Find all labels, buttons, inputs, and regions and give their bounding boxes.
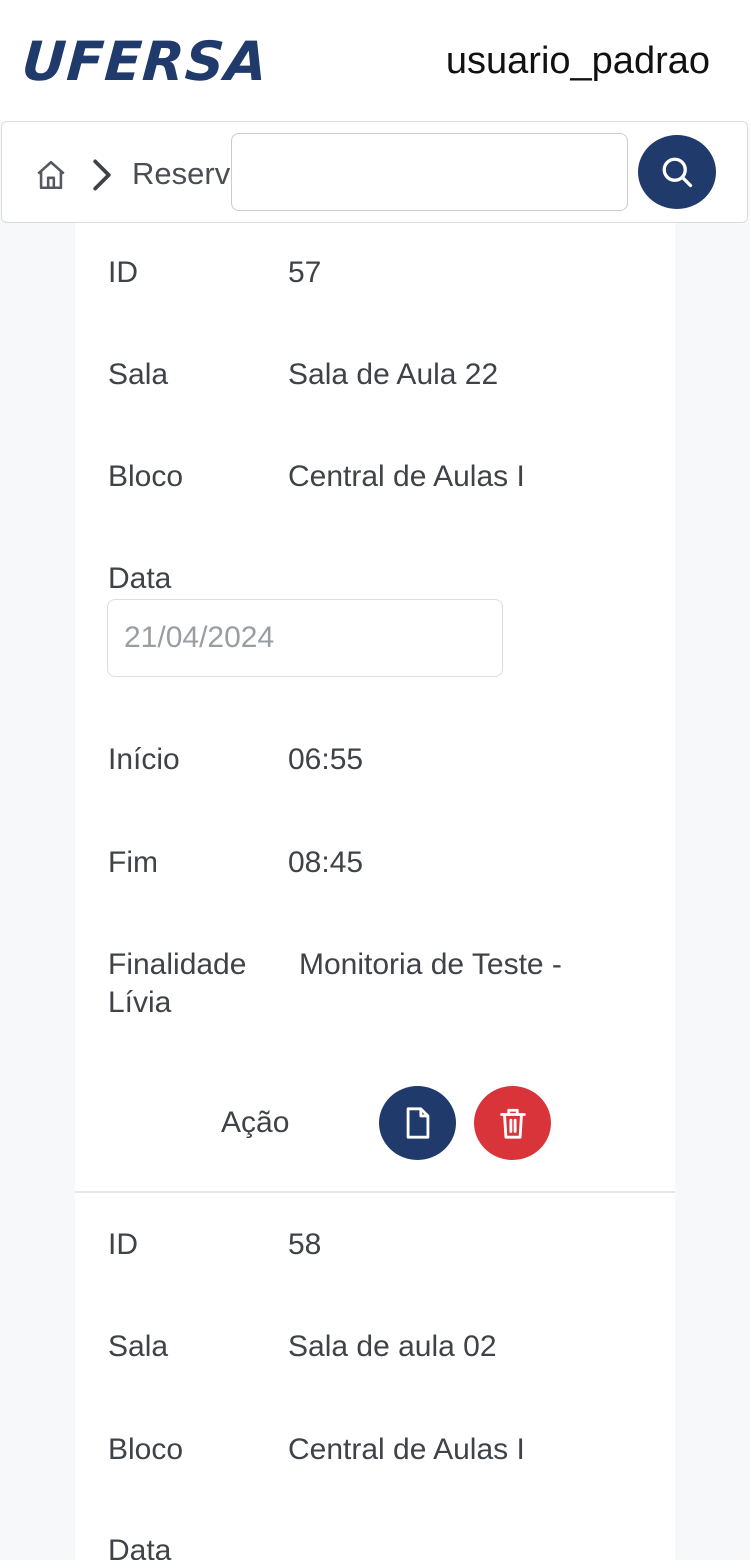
finalidade-value-cont: Lívia [108,986,172,1019]
ufersa-logo[interactable]: UFERSA [20,30,270,93]
finalidade-label: Finalidade [108,948,247,981]
search-button[interactable] [638,135,716,209]
date-field[interactable] [107,599,503,677]
reservations-list: ID 57 Sala Sala de Aula 22 Bloco Central… [75,223,675,1560]
username-label[interactable]: usuario_padrao [446,38,710,84]
breadcrumb-toolbar: Reservas [1,121,748,223]
sala-label: Sala [108,1330,169,1363]
view-reservation-button[interactable] [379,1086,456,1160]
trash-icon [499,1108,526,1139]
search-icon [662,157,693,188]
data-label: Data [108,1534,172,1560]
bloco-value: Central de Aulas I [288,460,525,493]
row-divider [75,1191,675,1193]
id-value: 57 [288,256,322,289]
id-label: ID [108,256,138,289]
finalidade-value: Monitoria de Teste - [299,948,562,981]
document-icon [406,1107,429,1139]
inicio-label: Início [108,743,180,776]
bloco-label: Bloco [108,460,184,493]
delete-reservation-button[interactable] [474,1086,551,1160]
app-header: UFERSA usuario_padrao [0,0,750,122]
home-icon[interactable] [34,158,68,192]
breadcrumb-current[interactable]: Reservas [132,154,242,194]
id-label: ID [108,1228,138,1261]
sala-value: Sala de aula 02 [288,1330,497,1363]
bloco-label: Bloco [108,1433,184,1466]
acao-label: Ação [221,1106,290,1139]
chevron-right-icon [93,159,111,191]
sala-value: Sala de Aula 22 [288,358,499,391]
search-input[interactable] [231,133,628,211]
fim-label: Fim [108,846,158,879]
id-value: 58 [288,1228,322,1261]
inicio-value: 06:55 [288,743,364,776]
bloco-value: Central de Aulas I [288,1433,525,1466]
fim-value: 08:45 [288,846,364,879]
sala-label: Sala [108,358,169,391]
data-label: Data [108,562,172,595]
